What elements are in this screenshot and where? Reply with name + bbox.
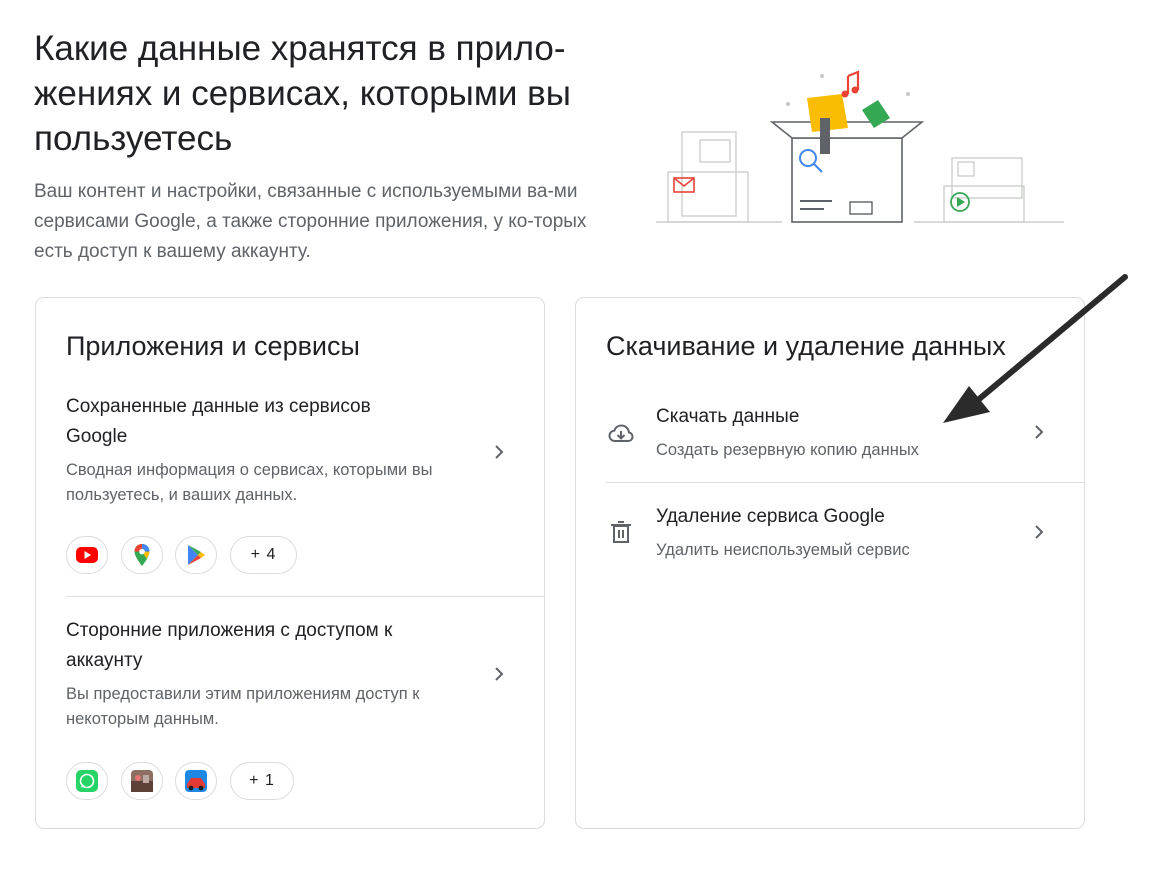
racing-app-icon [185,770,207,792]
divider [606,482,1084,483]
racing-app-chip[interactable] [175,762,217,800]
trash-icon [611,521,631,543]
apps-services-card: Приложения и сервисы Сохраненные данные … [35,297,545,829]
download-data-description: Создать резервную копию данных [656,441,919,459]
saved-data-description: Сводная информация о сервисах, которыми … [66,461,433,504]
third-party-chips: + 1 [66,762,366,800]
saved-data-row[interactable]: Сохраненные данные из сервисов Google Св… [36,392,544,596]
data-box-illustration [656,70,1064,223]
saved-data-chips: + 4 [66,536,366,574]
whatsapp-icon [76,770,98,792]
download-data-title: Скачать данные [656,406,800,427]
page-subtitle: Ваш контент и настройки, связанные с исп… [34,181,587,262]
whatsapp-chip[interactable] [66,762,108,800]
google-maps-icon [134,544,150,566]
cloud-download-icon [608,424,634,442]
data-card-title: Скачивание и удаление данных [606,331,1006,361]
download-delete-card: Скачивание и удаление данных Скачать дан… [575,297,1085,829]
download-data-row[interactable]: Скачать данные Создать резервную копию д… [576,402,1084,482]
youtube-icon [76,547,98,563]
google-play-icon [188,545,205,565]
divider [66,596,544,597]
chevron-right-icon [1035,425,1044,439]
game-app-chip[interactable] [121,762,163,800]
third-party-description: Вы предоставили этим приложениям доступ … [66,685,420,728]
third-party-apps-row[interactable]: Сторонние приложения с доступом к аккаун… [36,616,544,816]
chevron-right-icon [495,667,504,681]
more-services-chip[interactable]: + 4 [230,536,297,574]
page-title: Какие данные хранятся в прило-жениях и с… [34,29,571,158]
apps-card-title: Приложения и сервисы [66,331,360,361]
delete-service-row[interactable]: Удаление сервиса Google Удалить неисполь… [576,502,1084,582]
chevron-right-icon [1035,525,1044,539]
game-app-icon [131,770,153,792]
more-apps-chip[interactable]: + 1 [230,762,294,800]
delete-service-title: Удаление сервиса Google [656,506,885,527]
chevron-right-icon [495,445,504,459]
saved-data-title: Сохраненные данные из сервисов Google [66,396,371,447]
youtube-chip[interactable] [66,536,108,574]
google-play-chip[interactable] [175,536,217,574]
third-party-title: Сторонние приложения с доступом к аккаун… [66,620,393,671]
google-maps-chip[interactable] [121,536,163,574]
delete-service-description: Удалить неиспользуемый сервис [656,541,910,559]
